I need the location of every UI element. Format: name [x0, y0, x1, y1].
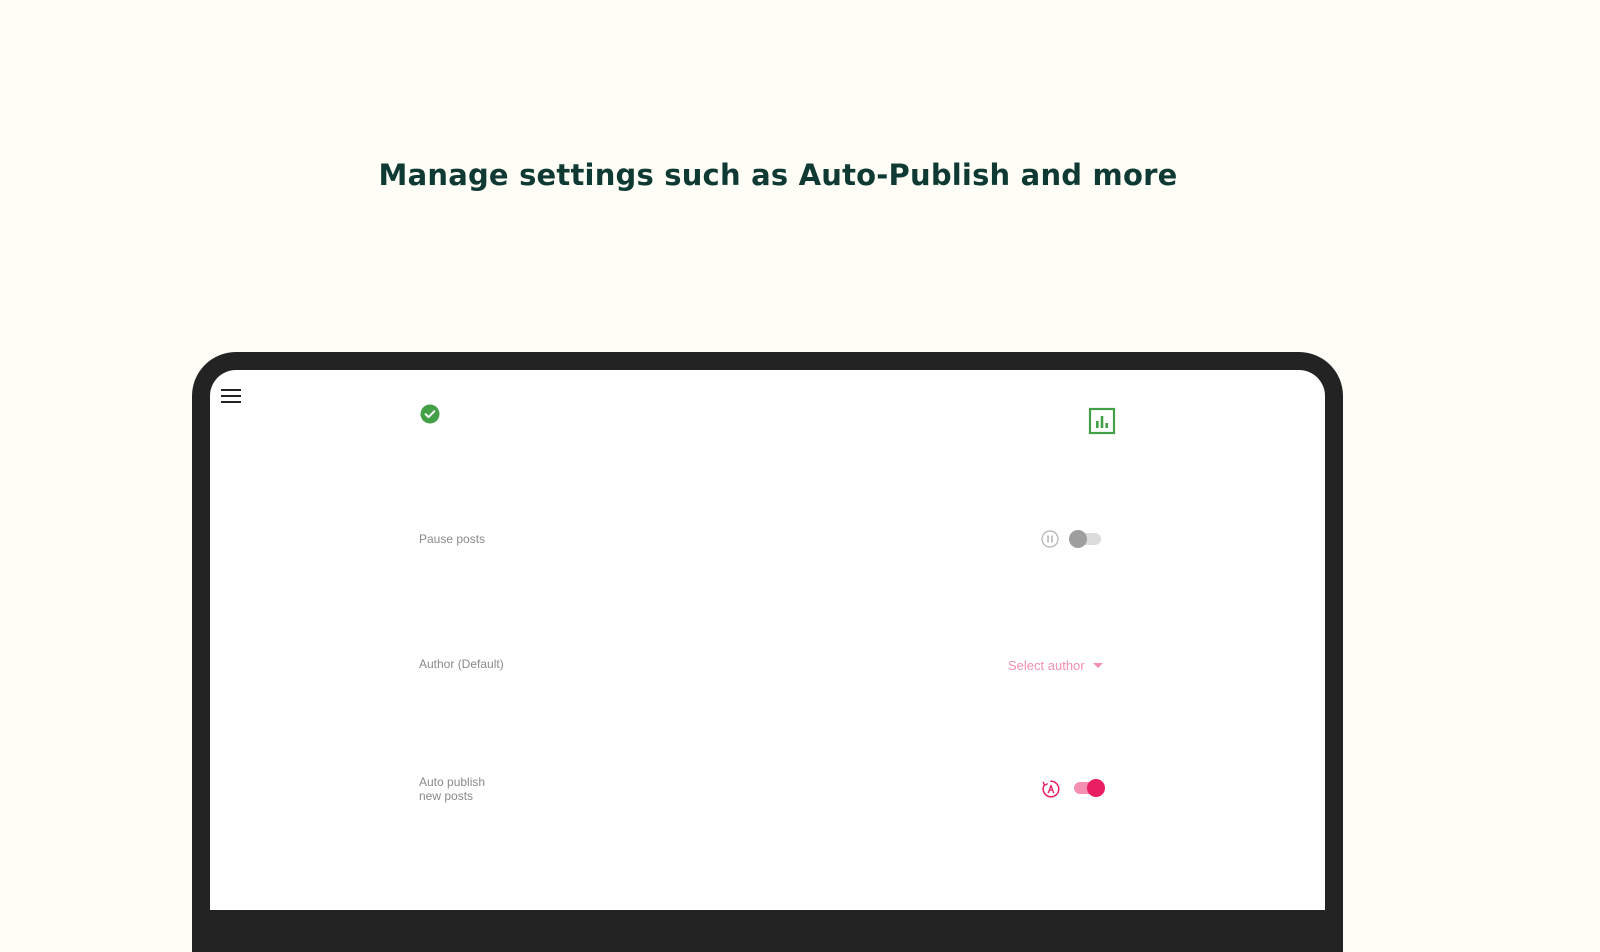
pause-circle-icon	[1041, 530, 1059, 548]
auto-timer-icon	[1041, 779, 1061, 799]
bar-chart-icon[interactable]	[1088, 407, 1116, 435]
toggle-thumb	[1087, 779, 1105, 797]
page-headline: Manage settings such as Auto-Publish and…	[378, 158, 1178, 192]
pause-posts-toggle[interactable]	[1069, 529, 1103, 549]
auto-publish-label-line1: Auto publish	[419, 775, 486, 789]
author-default-label: Author (Default)	[419, 657, 504, 671]
author-select-placeholder: Select author	[1008, 657, 1085, 673]
author-select-dropdown[interactable]: Select author	[1008, 656, 1103, 674]
chevron-down-icon	[1092, 662, 1103, 668]
toggle-thumb	[1069, 530, 1087, 548]
auto-publish-label: Auto publish new posts	[419, 775, 539, 803]
hamburger-menu-icon[interactable]	[221, 388, 243, 404]
app-screen: Pause posts Author (Default) Select auth…	[210, 370, 1325, 910]
auto-publish-toggle[interactable]	[1072, 778, 1106, 798]
auto-publish-label-line2: new posts	[419, 789, 474, 803]
check-circle-icon	[420, 404, 440, 424]
pause-posts-label: Pause posts	[419, 532, 486, 546]
